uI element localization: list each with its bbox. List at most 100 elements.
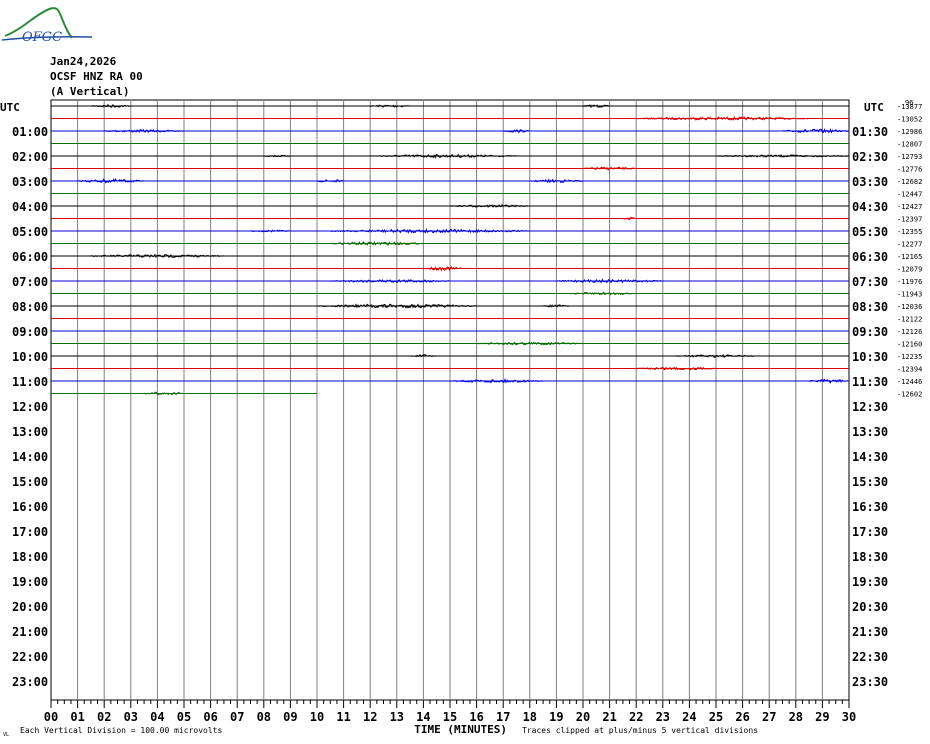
right-hour-label: 03:30 bbox=[852, 175, 888, 189]
trace-burst bbox=[502, 129, 530, 133]
right-hour-label: 20:30 bbox=[852, 600, 888, 614]
left-hour-label: 09:00 bbox=[12, 325, 48, 339]
right-hour-label: 10:30 bbox=[852, 350, 888, 364]
right-hour-label: 05:30 bbox=[852, 225, 888, 239]
right-hour-label: 19:30 bbox=[852, 575, 888, 589]
x-axis-label: TIME (MINUTES) bbox=[414, 723, 507, 736]
x-tick-label: 23 bbox=[656, 710, 670, 724]
trace-burst bbox=[104, 128, 184, 134]
x-tick-label: 20 bbox=[576, 710, 590, 724]
right-hour-label: 06:30 bbox=[852, 250, 888, 264]
trace-offset-label: -12397 bbox=[897, 216, 922, 224]
left-hour-label: 02:00 bbox=[12, 150, 48, 164]
left-hour-label: 04:00 bbox=[12, 200, 48, 214]
right-hour-label: 11:30 bbox=[852, 375, 888, 389]
trace-offset-label: -12682 bbox=[897, 178, 922, 186]
x-tick-label: 05 bbox=[177, 710, 191, 724]
right-hour-label: 17:30 bbox=[852, 525, 888, 539]
x-tick-label: 02 bbox=[97, 710, 111, 724]
right-hour-label: 02:30 bbox=[852, 150, 888, 164]
left-hour-label: 22:00 bbox=[12, 650, 48, 664]
x-tick-label: 26 bbox=[735, 710, 749, 724]
left-hour-label: 12:00 bbox=[12, 400, 48, 414]
x-tick-label: 09 bbox=[283, 710, 297, 724]
trace-offset-label: -12807 bbox=[897, 141, 922, 149]
corner-mark: VL bbox=[3, 732, 9, 738]
trace-offset-label: -12277 bbox=[897, 241, 922, 249]
trace-burst bbox=[263, 154, 290, 158]
scale-note: Each Vertical Division = 100.00 microvol… bbox=[20, 726, 222, 735]
trace-offset-label: -12776 bbox=[897, 166, 922, 174]
x-tick-label: 29 bbox=[815, 710, 829, 724]
left-utc-label: UTC bbox=[0, 101, 20, 114]
right-hour-label: 08:30 bbox=[852, 300, 888, 314]
x-tick-label: 16 bbox=[469, 710, 483, 724]
right-hour-label: 21:30 bbox=[852, 625, 888, 639]
trace-burst bbox=[330, 240, 424, 246]
x-tick-label: 10 bbox=[310, 710, 324, 724]
left-hour-label: 01:00 bbox=[12, 125, 48, 139]
left-hour-label: 11:00 bbox=[12, 375, 48, 389]
left-hour-label: 14:00 bbox=[12, 450, 48, 464]
x-tick-label: 14 bbox=[416, 710, 430, 724]
left-hour-label: 05:00 bbox=[12, 225, 48, 239]
left-hour-label: 03:00 bbox=[12, 175, 48, 189]
right-hour-label: 01:30 bbox=[852, 125, 888, 139]
left-hour-label: 10:00 bbox=[12, 350, 48, 364]
right-hour-label: 12:30 bbox=[852, 400, 888, 414]
x-tick-label: 21 bbox=[602, 710, 616, 724]
x-tick-label: 19 bbox=[549, 710, 563, 724]
helicorder-chart: 00 01 02 03 04 05 06 07 08 09 10 11 12 13 14 15 16 17 18 19… bbox=[0, 99, 922, 738]
x-tick-label: 30 bbox=[842, 710, 856, 724]
trace-burst bbox=[144, 391, 184, 396]
trace-offset-label: -12165 bbox=[897, 253, 922, 261]
x-tick-label: 18 bbox=[523, 710, 537, 724]
x-tick-label: 17 bbox=[496, 710, 510, 724]
right-hour-label: 22:30 bbox=[852, 650, 888, 664]
left-hour-label: 15:00 bbox=[12, 475, 48, 489]
x-tick-label: 22 bbox=[629, 710, 643, 724]
trace-burst bbox=[330, 227, 530, 234]
x-tick-label: 15 bbox=[443, 710, 457, 724]
trace-burst bbox=[90, 103, 131, 108]
x-tick-label: 08 bbox=[257, 710, 271, 724]
x-tick-label: 28 bbox=[789, 710, 803, 724]
left-hour-label: 16:00 bbox=[12, 500, 48, 514]
right-hour-label: 14:30 bbox=[852, 450, 888, 464]
x-tick-label: 01 bbox=[70, 710, 84, 724]
trace-offset-label: -12602 bbox=[897, 391, 922, 399]
trace-burst bbox=[250, 229, 290, 233]
left-hour-label: 06:00 bbox=[12, 250, 48, 264]
trace-offset-label: -12036 bbox=[897, 303, 922, 311]
trace-offset-label: -12235 bbox=[897, 353, 922, 361]
left-hour-label: 19:00 bbox=[12, 575, 48, 589]
right-hour-label: 23:30 bbox=[852, 675, 888, 689]
x-tick-label: 07 bbox=[230, 710, 244, 724]
x-tick-label: 13 bbox=[390, 710, 404, 724]
trace-offset-label: -12793 bbox=[897, 153, 922, 161]
trace-offset-label: -12126 bbox=[897, 328, 922, 336]
x-tick-label: 12 bbox=[363, 710, 377, 724]
right-hour-label: 13:30 bbox=[852, 425, 888, 439]
left-hour-label: 17:00 bbox=[12, 525, 48, 539]
x-tick-label: 27 bbox=[762, 710, 776, 724]
trace-burst bbox=[370, 104, 410, 108]
right-utc-label: UTC bbox=[864, 101, 884, 114]
trace-offset-label: -12079 bbox=[897, 266, 922, 274]
trace-offset-label: -13052 bbox=[897, 116, 922, 124]
trace-offset-label: -12446 bbox=[897, 378, 922, 386]
left-hour-label: 07:00 bbox=[12, 275, 48, 289]
x-tick-label: 03 bbox=[124, 710, 138, 724]
trace-offset-label: -12427 bbox=[897, 203, 922, 211]
right-hour-label: 15:30 bbox=[852, 475, 888, 489]
trace-offset-label: -12160 bbox=[897, 341, 922, 349]
right-hour-label: 18:30 bbox=[852, 550, 888, 564]
x-tick-label: 11 bbox=[336, 710, 350, 724]
x-tick-label: 06 bbox=[203, 710, 217, 724]
x-tick-label: 25 bbox=[709, 710, 723, 724]
x-tick-label: 24 bbox=[682, 710, 696, 724]
trace-offset-label: -11943 bbox=[897, 291, 922, 299]
x-tick-label: 04 bbox=[150, 710, 164, 724]
trace-offset-label: -12355 bbox=[897, 228, 922, 236]
x-tick-label: 00 bbox=[44, 710, 58, 724]
